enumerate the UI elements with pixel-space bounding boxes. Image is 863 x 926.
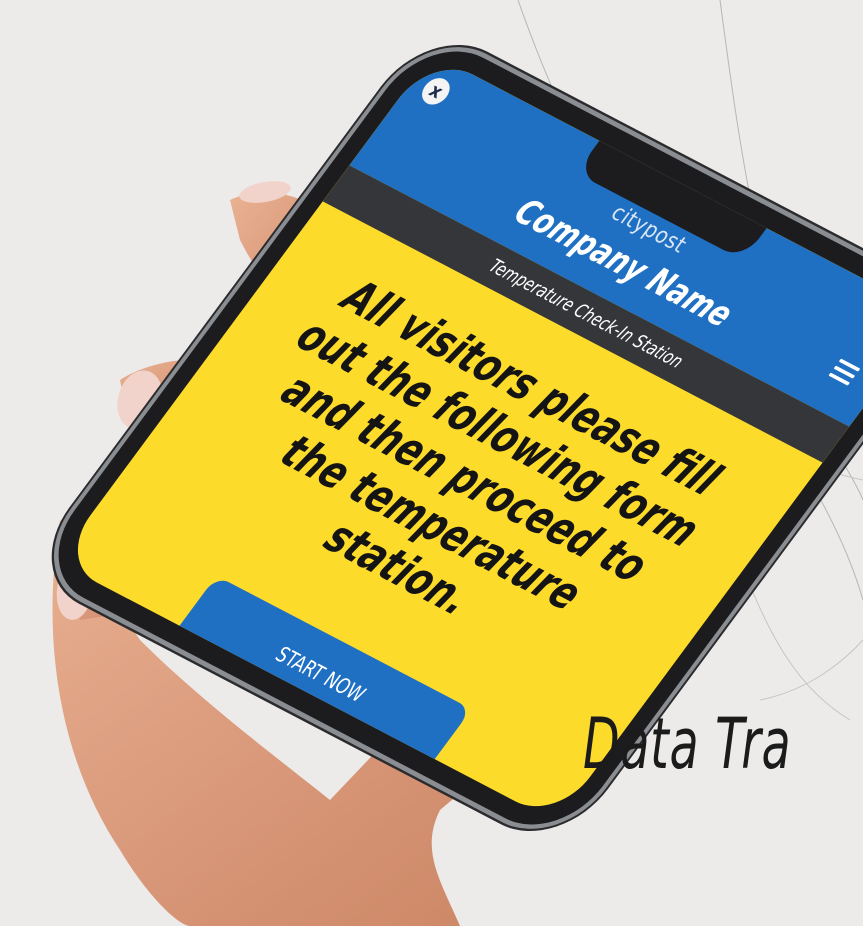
data-tracking-tagline: Data Tra <box>583 703 792 785</box>
